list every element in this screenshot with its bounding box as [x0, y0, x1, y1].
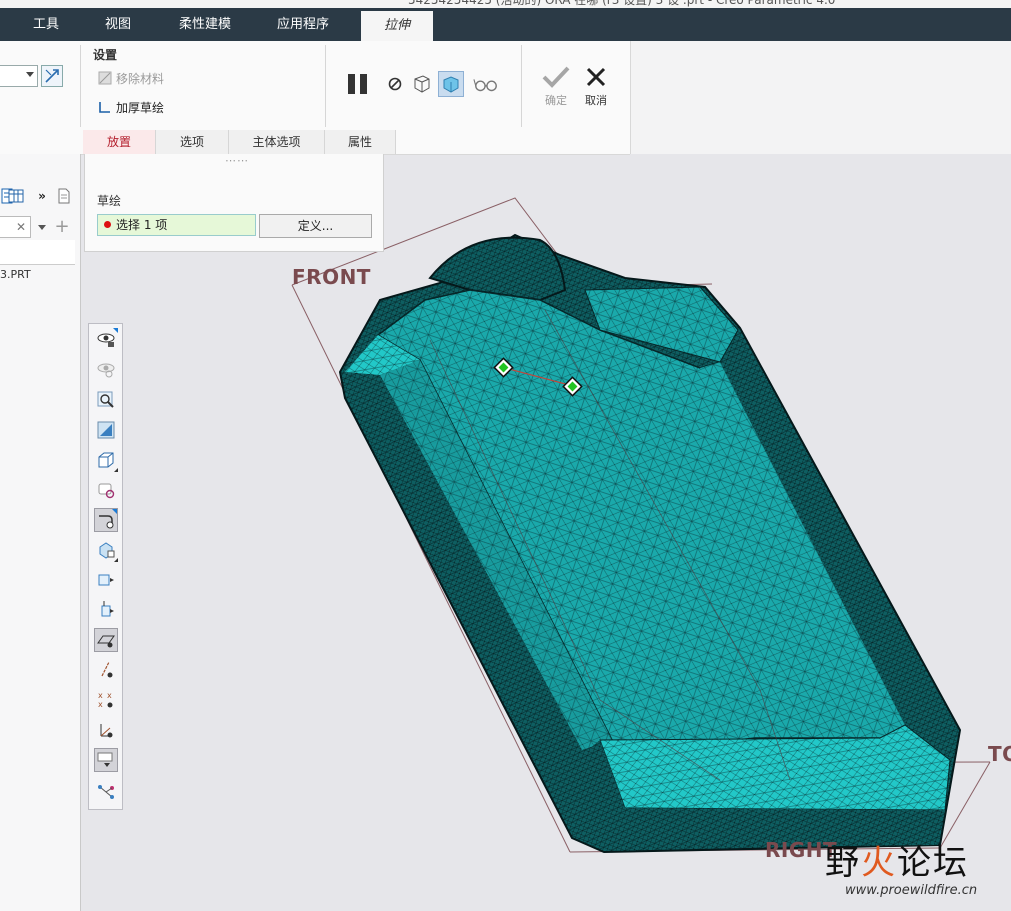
tab-flexible-modeling[interactable]: 柔性建模: [160, 8, 250, 41]
remove-material-label: 移除材料: [116, 72, 165, 86]
saved-views-icon[interactable]: [94, 358, 118, 382]
display-style-icon[interactable]: [94, 328, 118, 352]
perspective-icon[interactable]: [94, 538, 118, 562]
appearance-icon[interactable]: [94, 478, 118, 502]
settings-group-title: 设置: [93, 48, 118, 62]
verify-preview-icon: [443, 76, 459, 93]
cancel-label: 取消: [585, 94, 607, 107]
document-icon: [58, 188, 70, 204]
thicken-sketch-option[interactable]: 加厚草绘: [98, 99, 164, 117]
sketch-label: 草绘: [97, 194, 122, 208]
chevron-down-icon: [26, 72, 34, 77]
no-preview-icon: [388, 77, 402, 91]
tree-filter-field[interactable]: ✕: [0, 216, 31, 238]
view-toolbar: xxx: [88, 323, 123, 810]
svg-text:x: x: [98, 691, 103, 700]
layer-tree-button[interactable]: [6, 186, 26, 206]
pause-button[interactable]: [346, 71, 372, 97]
window-title: 54254254425 (活动的) ORA 在哪 (r3 设置) 3 设 .pr…: [408, 0, 836, 7]
define-sketch-button[interactable]: 定义...: [259, 214, 372, 238]
extrude-ribbon: 设置 移除材料 加厚草绘 确定 取消 放置 选项 主体选项 属性: [0, 41, 630, 155]
cancel-button[interactable]: 取消: [576, 65, 616, 108]
layer-table-icon: [8, 189, 24, 203]
ribbon-empty-area: [630, 41, 1011, 154]
tab-view[interactable]: 视图: [86, 8, 150, 41]
thicken-sketch-label: 加厚草绘: [116, 101, 165, 115]
flip-direction-icon: [45, 69, 59, 83]
tree-settings-button[interactable]: [54, 186, 74, 206]
dashboard-sub-tabs: 放置 选项 主体选项 属性: [83, 130, 630, 154]
ribbon-divider: [325, 45, 326, 127]
tab-extrude[interactable]: 拉伸: [361, 11, 433, 41]
named-view-icon[interactable]: [94, 448, 118, 472]
plus-icon: +: [54, 215, 70, 237]
model-tree-panel: » ✕ + 3.PRT: [0, 154, 81, 911]
section-icon[interactable]: [94, 508, 118, 532]
sketch-collector[interactable]: 选择 1 项: [97, 214, 256, 236]
preview-glasses-button[interactable]: [473, 71, 499, 97]
pause-icon: [348, 74, 367, 94]
title-bar: 54254254425 (活动的) ORA 在哪 (r3 设置) 3 设 .pr…: [0, 0, 1011, 8]
thicken-sketch-icon: [98, 100, 112, 117]
watermark-text-b: 火: [861, 843, 897, 883]
separate-preview-button[interactable]: [409, 71, 435, 97]
glasses-icon: [473, 79, 497, 92]
graphics-window[interactable]: [81, 154, 1011, 911]
tab-applications[interactable]: 应用程序: [262, 8, 344, 41]
mesh-model: [291, 197, 991, 854]
watermark-url: www.proewildfire.cn: [845, 883, 978, 898]
front-plane-label: FRONT: [292, 265, 371, 289]
top-plane-label: TO: [988, 742, 1011, 766]
subtab-body-options[interactable]: 主体选项: [229, 130, 325, 154]
clear-icon[interactable]: ✕: [16, 220, 26, 234]
zoom-icon[interactable]: [94, 388, 118, 412]
watermark-logo: 野火论坛 www.proewildfire.cn: [825, 835, 977, 898]
subtab-placement[interactable]: 放置: [83, 130, 156, 154]
separate-preview-icon: [414, 75, 430, 93]
tree-list-header: [0, 240, 75, 265]
watermark-text-c: 论坛: [897, 843, 969, 883]
point-display-icon[interactable]: [94, 658, 118, 682]
datum-display-icon[interactable]: [94, 568, 118, 592]
placement-panel: ⋯⋯ 草绘 选择 1 项 定义...: [84, 154, 384, 252]
ribbon-divider: [80, 45, 81, 127]
subtab-options[interactable]: 选项: [156, 130, 229, 154]
checkmark-icon: [542, 66, 570, 88]
refit-icon[interactable]: [94, 418, 118, 442]
flip-direction-button[interactable]: [41, 65, 63, 87]
no-preview-button[interactable]: [382, 71, 408, 97]
axis-display-icon[interactable]: [94, 628, 118, 652]
close-icon: [586, 67, 606, 87]
depth-value-combo[interactable]: [0, 65, 38, 87]
ribbon-divider: [521, 45, 522, 127]
panel-grip[interactable]: ⋯⋯: [225, 154, 249, 167]
spin-center-icon[interactable]: [94, 748, 118, 772]
ribbon-tab-bar: 工具 视图 柔性建模 应用程序 拉伸: [0, 8, 1011, 41]
annotation-display-icon[interactable]: [94, 718, 118, 742]
csys-display-icon[interactable]: xxx: [94, 688, 118, 712]
svg-text:x: x: [98, 700, 103, 709]
collector-text: 选择 1 项: [116, 218, 168, 232]
tab-tools[interactable]: 工具: [14, 8, 78, 41]
sketch-display-icon[interactable]: [94, 780, 118, 804]
remove-material-icon: [98, 71, 112, 88]
subtab-properties[interactable]: 属性: [325, 130, 396, 154]
watermark-text-a: 野: [825, 843, 861, 883]
svg-text:x: x: [107, 691, 112, 700]
tree-filter-dropdown[interactable]: [32, 217, 52, 237]
chevron-down-icon: [38, 224, 46, 230]
remove-material-option[interactable]: 移除材料: [98, 70, 164, 88]
plane-display-icon[interactable]: [94, 598, 118, 622]
more-tabs-button[interactable]: »: [32, 186, 52, 206]
tree-item-part[interactable]: 3.PRT: [0, 268, 31, 281]
confirm-label: 确定: [545, 94, 567, 107]
verify-preview-button[interactable]: [438, 71, 464, 97]
status-dot-icon: [104, 221, 111, 228]
confirm-button[interactable]: 确定: [536, 65, 576, 108]
add-filter-button[interactable]: +: [52, 215, 72, 237]
